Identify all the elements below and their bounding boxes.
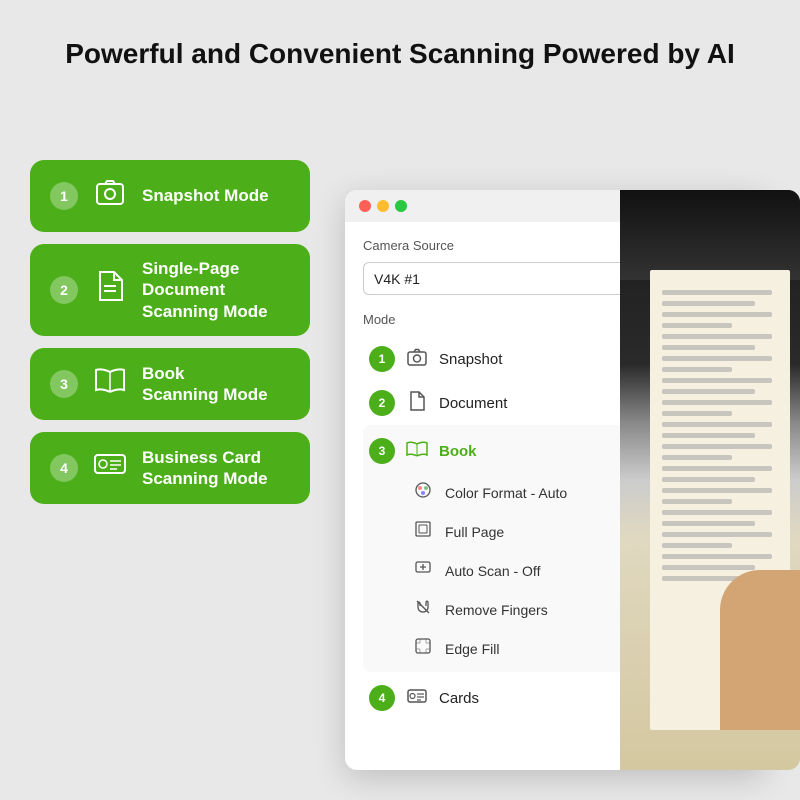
- page-title: Powerful and Convenient Scanning Powered…: [60, 36, 740, 72]
- left-panel: 1 Snapshot Mode 2 Single-Page DocumentSc…: [30, 160, 310, 504]
- auto-scan-icon: [411, 559, 435, 582]
- snapshot-mode-card[interactable]: 1 Snapshot Mode: [30, 160, 310, 232]
- cards-mode-icon: [405, 688, 429, 709]
- business-card-mode-card[interactable]: 4 Business CardScanning Mode: [30, 432, 310, 504]
- edge-fill-icon: [411, 637, 435, 660]
- snapshot-mode-label: Snapshot Mode: [142, 185, 269, 206]
- minimize-dot[interactable]: [377, 200, 389, 212]
- header: Powerful and Convenient Scanning Powered…: [0, 0, 800, 92]
- document-mode-card[interactable]: 2 Single-Page DocumentScanning Mode: [30, 244, 310, 336]
- book-icon: [92, 366, 128, 401]
- document-icon: [92, 270, 128, 309]
- mode-num-3: 3: [369, 438, 395, 464]
- document-mode-label: Single-Page DocumentScanning Mode: [142, 258, 290, 322]
- document-mode-icon: [405, 391, 429, 416]
- fullscreen-dot[interactable]: [395, 200, 407, 212]
- mode-num-2: 2: [369, 390, 395, 416]
- snapshot-icon: [92, 177, 128, 216]
- mode-number-4: 4: [50, 454, 78, 482]
- business-card-icon: [92, 451, 128, 484]
- book-mode-label: BookScanning Mode: [142, 363, 268, 406]
- mode-num-1: 1: [369, 346, 395, 372]
- business-card-mode-label: Business CardScanning Mode: [142, 447, 268, 490]
- mode-number-1: 1: [50, 182, 78, 210]
- mode-number-3: 3: [50, 370, 78, 398]
- mode-num-4: 4: [369, 685, 395, 711]
- close-dot[interactable]: [359, 200, 371, 212]
- hand-shape: [720, 570, 800, 730]
- color-format-icon: [411, 481, 435, 504]
- book-photo-panel: [620, 190, 800, 770]
- remove-fingers-icon: [411, 598, 435, 621]
- mode-number-2: 2: [50, 276, 78, 304]
- book-photo: [620, 190, 800, 770]
- book-mode-icon: [405, 440, 429, 463]
- camera-value: V4K #1: [374, 271, 420, 287]
- full-page-icon: [411, 520, 435, 543]
- book-mode-card[interactable]: 3 BookScanning Mode: [30, 348, 310, 420]
- snapshot-mode-icon: [405, 348, 429, 371]
